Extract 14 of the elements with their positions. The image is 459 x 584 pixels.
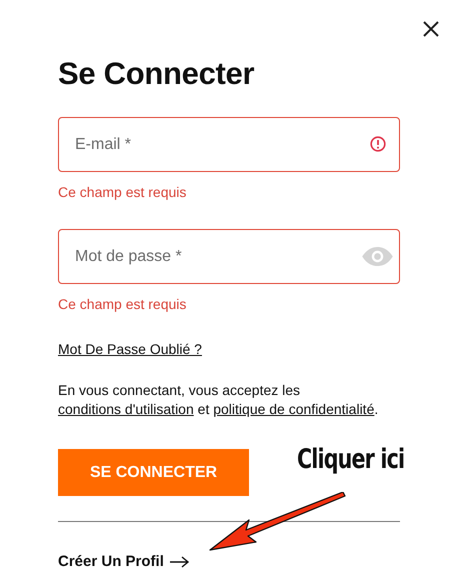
forgot-password-link[interactable]: Mot De Passe Oublié ? [58,341,202,357]
arrow-icon [170,556,190,568]
annotation-text: Cliquer ici [297,444,404,475]
terms-link[interactable]: politique de confidentialité [213,401,374,417]
email-field[interactable]: E-mail * [58,117,400,172]
password-field[interactable]: Mot de passe * [58,229,400,284]
terms-link[interactable]: conditions d'utilisation [58,401,194,417]
create-profile-link[interactable]: Créer Un Profil [58,553,190,570]
error-message: Ce champ est requis [58,296,186,314]
form-title: Se Connecter [58,56,254,92]
alert-icon [370,136,386,152]
error-message: Ce champ est requis [58,184,186,202]
terms-text: En vous connectant, vous acceptez les conditions d'utilisation et politique de confidentialité. [58,381,380,419]
close-icon[interactable] [422,20,440,38]
